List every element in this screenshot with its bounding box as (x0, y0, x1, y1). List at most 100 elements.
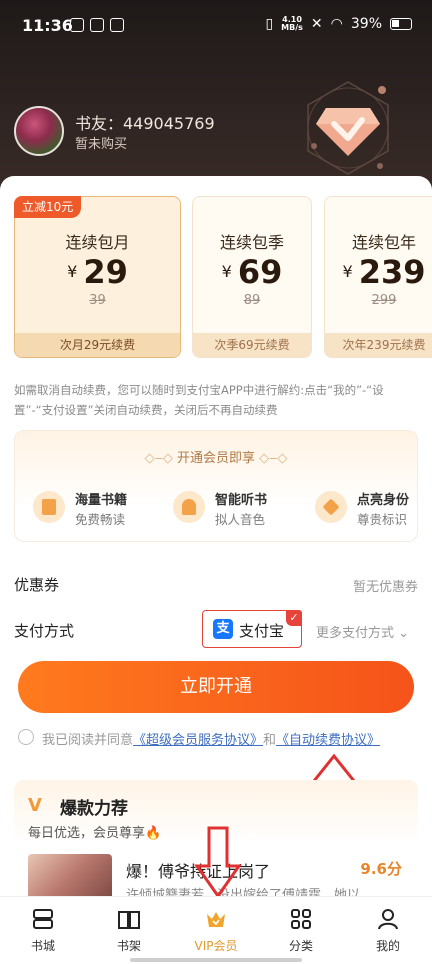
service-agreement-link[interactable]: 《超级会员服务协议》 (133, 733, 263, 748)
original-price: 89 (243, 293, 261, 308)
brand-v-icon: V (28, 795, 42, 816)
discount-tag: 立减10元 (14, 196, 82, 218)
plan-card-quarterly[interactable]: 连续包季 ¥69 89 次季69元续费 (192, 196, 312, 358)
benefits-card: ◇‒◇ 开通会员即享 ◇‒◇ 海量书籍 免费畅读 智能听书 拟人音色 点亮身份 … (14, 430, 418, 542)
book-description: 许倾城簪妻若，没出嫁给了傅靖霆，她以... (126, 888, 373, 896)
agreement-row: 我已阅读并同意《超级会员服务协议》和《自动续费协议》 (18, 728, 418, 748)
plan-price: ¥69 (193, 253, 311, 291)
notification-icon (110, 18, 124, 32)
badge-icon (315, 491, 347, 523)
sim-icon: ✕ (310, 16, 323, 32)
grid-icon (291, 909, 311, 929)
status-bar: 11:36 ▯ 4.10 MB/s ✕ ◠ 39% (0, 0, 432, 52)
vibrate-icon: ▯ (265, 16, 274, 32)
renewal-note: 次月29元续费 (15, 333, 180, 357)
tab-bookshelf[interactable]: 书架 (94, 903, 164, 957)
annotation-arrow-down (194, 826, 242, 899)
crown-icon (207, 912, 225, 927)
coupon-value[interactable]: 暂无优惠券 (353, 576, 418, 595)
alipay-option[interactable]: 支 支付宝 ✓ (202, 610, 302, 648)
plan-name: 连续包年 (351, 233, 416, 252)
subscribe-button[interactable]: 立即开通 (18, 661, 414, 713)
network-speed: 4.10 MB/s (281, 16, 303, 32)
price-value: 239 (358, 253, 426, 291)
plan-card-monthly[interactable]: 立减10元 连续包月 ¥29 39 次月29元续费 (14, 196, 181, 358)
book-cover[interactable] (28, 854, 112, 896)
benefits-title-text: 开通会员即享 (176, 451, 255, 466)
network-speed-unit: MB/s (281, 23, 303, 32)
chevron-down-icon: ⌄ (398, 626, 410, 641)
plan-price: ¥29 (15, 253, 180, 291)
tab-vip[interactable]: VIP会员 (181, 903, 251, 957)
decorative-diamond-right: ◇‒◇ (255, 451, 288, 466)
plan-name: 连续包季 (219, 233, 284, 252)
agreement-checkbox[interactable] (18, 729, 34, 745)
agreement-prefix: 我已阅读并同意 (42, 733, 134, 748)
price-value: 69 (237, 253, 283, 291)
benefit-title: 海量书籍 (75, 493, 128, 508)
original-price: 39 (89, 293, 106, 308)
avatar[interactable] (14, 106, 64, 156)
agreement-conjunction: 和 (263, 733, 277, 748)
original-price: 299 (371, 293, 397, 308)
benefit-item: 海量书籍 免费畅读 (33, 489, 158, 529)
status-time: 11:36 (22, 16, 73, 35)
plan-price: ¥239 (325, 253, 432, 291)
plan-name: 连续包月 (65, 233, 130, 252)
tab-profile[interactable]: 我的 (353, 903, 423, 957)
status-right: ▯ 4.10 MB/s ✕ ◠ 39% (265, 16, 412, 32)
alipay-icon: 支 (213, 619, 233, 639)
payment-label: 支付方式 (14, 622, 75, 640)
renewal-note: 次季69元续费 (193, 333, 311, 357)
coupon-label: 优惠券 (14, 576, 60, 594)
bottom-tab-bar: 书城 书架 VIP会员 分类 我的 (0, 896, 432, 964)
benefit-item: 智能听书 拟人音色 (173, 489, 298, 529)
notification-icon (70, 18, 84, 32)
benefit-subtitle: 尊贵标识 (357, 512, 408, 527)
agreement-text: 我已阅读并同意《超级会员服务协议》和《自动续费协议》 (42, 729, 380, 748)
alipay-label: 支付宝 (239, 622, 285, 640)
price-value: 29 (83, 253, 128, 291)
tab-label: VIP会员 (194, 939, 238, 953)
home-indicator[interactable] (130, 958, 302, 962)
benefit-subtitle: 拟人音色 (215, 512, 266, 527)
more-payment-button[interactable]: 更多支付方式 ⌄ (316, 622, 409, 641)
person-icon (378, 909, 398, 930)
benefit-title: 点亮身份 (357, 493, 410, 508)
plan-card-yearly[interactable]: 连续包年 ¥239 299 次年239元续费 (324, 196, 432, 358)
decorative-diamond-left: ◇‒◇ (144, 451, 177, 466)
check-icon: ✓ (286, 610, 302, 626)
tab-label: 书城 (30, 939, 55, 953)
book-icon (33, 491, 65, 523)
plan-list: 立减10元 连续包月 ¥29 39 次月29元续费 连续包季 ¥69 89 次季… (14, 196, 432, 358)
wifi-icon: ◠ (330, 16, 343, 32)
auto-renew-agreement-link[interactable]: 《自动续费协议》 (276, 733, 380, 748)
user-name: 书友：449045769 (75, 114, 215, 133)
battery-icon (390, 18, 412, 30)
vip-diamond-icon (307, 81, 389, 175)
tab-label: 分类 (288, 939, 313, 953)
recommend-title: 爆款力荐 (60, 799, 128, 819)
book-score: 9.6分 (360, 860, 402, 878)
tab-label: 我的 (375, 939, 400, 953)
currency-symbol: ¥ (342, 262, 353, 281)
currency-symbol: ¥ (221, 262, 232, 281)
more-payment-label: 更多支付方式 (316, 626, 395, 641)
tab-category[interactable]: 分类 (266, 903, 336, 957)
tab-label: 书架 (116, 939, 141, 953)
status-app-icons (70, 18, 124, 32)
auto-renew-notice: 如需取消自动续费，您可以随时到支付宝APP中进行解约:点击“我的”-“设置”-“… (14, 383, 384, 417)
tab-bookstore[interactable]: 书城 (8, 903, 78, 957)
benefit-title: 智能听书 (215, 493, 268, 508)
bookshelf-icon (118, 911, 140, 929)
benefits-title: ◇‒◇ 开通会员即享 ◇‒◇ (15, 447, 417, 466)
membership-status: 暂未购买 (75, 137, 128, 152)
renewal-note: 次年239元续费 (325, 333, 432, 357)
battery-percent: 39% (350, 16, 382, 32)
headphones-icon (173, 491, 205, 523)
recommend-subtitle: 每日优选，会员尊享🔥 (28, 826, 162, 841)
bookstore-icon (33, 909, 53, 929)
benefit-item: 点亮身份 尊贵标识 (315, 489, 432, 529)
currency-symbol: ¥ (67, 262, 78, 281)
notification-icon (90, 18, 104, 32)
